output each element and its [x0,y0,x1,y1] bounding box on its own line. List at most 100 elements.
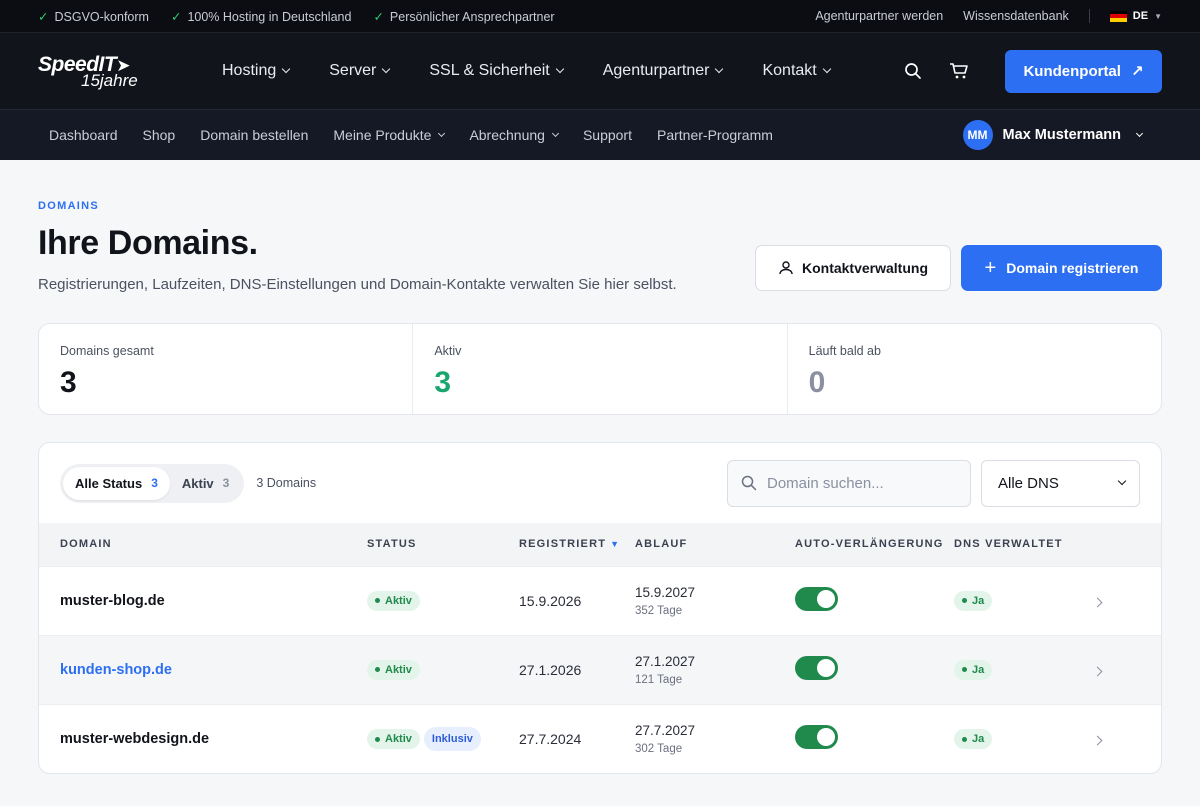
col-domain[interactable]: DOMAIN [39,523,367,566]
caret-down-icon: ▼ [1154,11,1162,21]
subnav-meine-produkte[interactable]: Meine Produkte [333,127,446,143]
nav-kontakt[interactable]: Kontakt [762,62,831,80]
nav-agenturpartner[interactable]: Agenturpartner [603,62,724,80]
status-badge: Aktiv [367,590,420,611]
subnav-dashboard[interactable]: Dashboard [49,127,118,143]
search-icon[interactable] [899,57,927,85]
chevron-down-icon [551,129,559,137]
knowledge-base-link[interactable]: Wissensdatenbank [963,9,1069,23]
language-switcher[interactable]: DE ▼ [1109,10,1162,22]
chevron-right-icon[interactable] [1092,666,1103,676]
chevron-down-icon [822,64,831,74]
nav-ssl[interactable]: SSL & Sicherheit [429,62,564,80]
chevron-down-icon [438,129,446,137]
plus-icon: + [984,257,997,279]
search-field[interactable] [727,459,971,507]
expiry-date: 15.9.2027 [635,584,696,600]
status-badge: Aktiv [367,729,420,750]
sort-desc-icon: ▼ [610,539,621,550]
customer-portal-button[interactable]: Kundenportal ↗ [1005,49,1162,93]
feature-contact: ✓ Persönlicher Ansprechpartner [373,9,555,24]
col-expires[interactable]: ABLAUF [635,523,795,566]
avatar: MM [962,120,993,150]
status-filter: Alle Status 3 Aktiv 3 [60,463,245,503]
status-dot-icon [962,736,967,742]
user-menu[interactable]: MM Max Mustermann [962,120,1144,150]
expiry-date: 27.1.2027 [635,653,696,669]
chevron-down-icon [382,64,391,74]
dns-filter-select[interactable]: Alle DNS [981,459,1140,507]
nav-server[interactable]: Server [329,62,391,80]
chevron-down-icon [1135,129,1144,137]
chevron-right-icon[interactable] [1092,735,1103,746]
top-bar: ✓ DSGVO-konform ✓ 100% Hosting in Deutschl… [0,0,1200,33]
registered-date: 27.1.2026 [519,661,582,678]
status-dot-icon [962,598,967,604]
check-icon: ✓ [373,9,384,24]
domain-name[interactable]: kunden-shop.de [60,662,172,678]
registered-date: 27.7.2024 [519,730,582,747]
chevron-down-icon [555,64,564,74]
contact-management-button[interactable]: Kontaktverwaltung [755,245,951,291]
status-badge: Aktiv [367,659,420,680]
subnav-partner-programm[interactable]: Partner-Programm [657,127,773,143]
col-dns[interactable]: DNS VERWALTET [954,523,1094,566]
subnav-support[interactable]: Support [583,127,632,143]
nav-hosting[interactable]: Hosting [222,62,291,80]
auto-renew-toggle[interactable] [795,656,838,680]
table-row[interactable]: kunden-shop.de Aktiv 27.1.2026 27.1.2027… [39,635,1161,704]
user-icon [779,261,793,275]
col-auto-renew[interactable]: AUTO-VERLÄNGERUNG [795,523,954,566]
chevron-down-icon [715,64,724,74]
stat-expiring: Läuft bald ab 0 [808,344,881,399]
domains-table: DOMAIN STATUS REGISTRIERT ▼ ABLAUF AUTO-V… [39,523,1161,773]
inclusive-badge: Inklusiv [423,726,481,751]
stat-active: Aktiv 3 [413,324,788,414]
dns-badge: Ja [954,590,993,611]
tab-active[interactable]: Aktiv 3 [170,467,241,500]
expiry-date: 27.7.2027 [635,722,696,738]
main-content: DOMAINS Ihre Domains. Registrierungen, L… [0,160,1200,774]
check-icon: ✓ [38,9,49,24]
cart-icon[interactable] [945,57,973,85]
domain-count: 3 Domains [256,476,317,490]
user-name: Max Mustermann [1002,127,1121,143]
subnav-abrechnung[interactable]: Abrechnung [469,127,559,143]
chevron-down-icon [282,64,291,74]
chevron-down-icon [1117,476,1127,486]
subnav-shop[interactable]: Shop [143,127,176,143]
sub-nav: Dashboard Shop Domain bestellen Meine Pr… [0,110,1200,160]
registered-date: 15.9.2026 [519,592,582,609]
col-registered[interactable]: REGISTRIERT ▼ [519,523,635,566]
stats-card: Domains gesamt 3 Aktiv 3 Läuft bald ab 0 [38,323,1162,415]
domain-name[interactable]: muster-webdesign.de [60,731,209,747]
check-icon: ✓ [170,9,182,24]
feature-hosting: ✓ 100% Hosting in Deutschland [170,9,352,24]
col-status[interactable]: STATUS [367,523,519,566]
table-header: DOMAIN STATUS REGISTRIERT ▼ ABLAUF AUTO-V… [39,523,1161,566]
days-remaining: 121 Tage [635,673,683,686]
subnav-domain-bestellen[interactable]: Domain bestellen [200,127,308,143]
german-flag-icon [1109,10,1127,22]
agency-partner-link[interactable]: Agenturpartner werden [815,9,943,23]
external-link-icon: ↗ [1130,63,1144,80]
auto-renew-toggle[interactable] [795,587,838,611]
tab-all-status[interactable]: Alle Status 3 [63,466,170,500]
main-nav: SpeedIT➤ 15jahre Hosting Server SSL & Si… [0,33,1200,110]
domain-name[interactable]: muster-blog.de [60,593,165,609]
status-dot-icon [375,667,380,673]
status-dot-icon [375,736,380,742]
table-row[interactable]: muster-webdesign.de Aktiv Inklusiv 27.7.2… [39,704,1161,773]
chevron-right-icon[interactable] [1092,597,1103,607]
eyebrow: DOMAINS [38,200,100,212]
stat-total: Domains gesamt 3 [39,324,414,414]
status-dot-icon [375,598,380,604]
logo[interactable]: SpeedIT➤ 15jahre [38,54,178,89]
search-input[interactable] [767,474,957,492]
days-remaining: 352 Tage [635,604,683,617]
status-dot-icon [962,667,967,673]
table-row[interactable]: muster-blog.de Aktiv 15.9.2026 15.9.2027… [39,566,1161,635]
auto-renew-toggle[interactable] [795,725,838,750]
divider [1088,9,1090,23]
register-domain-button[interactable]: + Domain registrieren [961,245,1162,291]
